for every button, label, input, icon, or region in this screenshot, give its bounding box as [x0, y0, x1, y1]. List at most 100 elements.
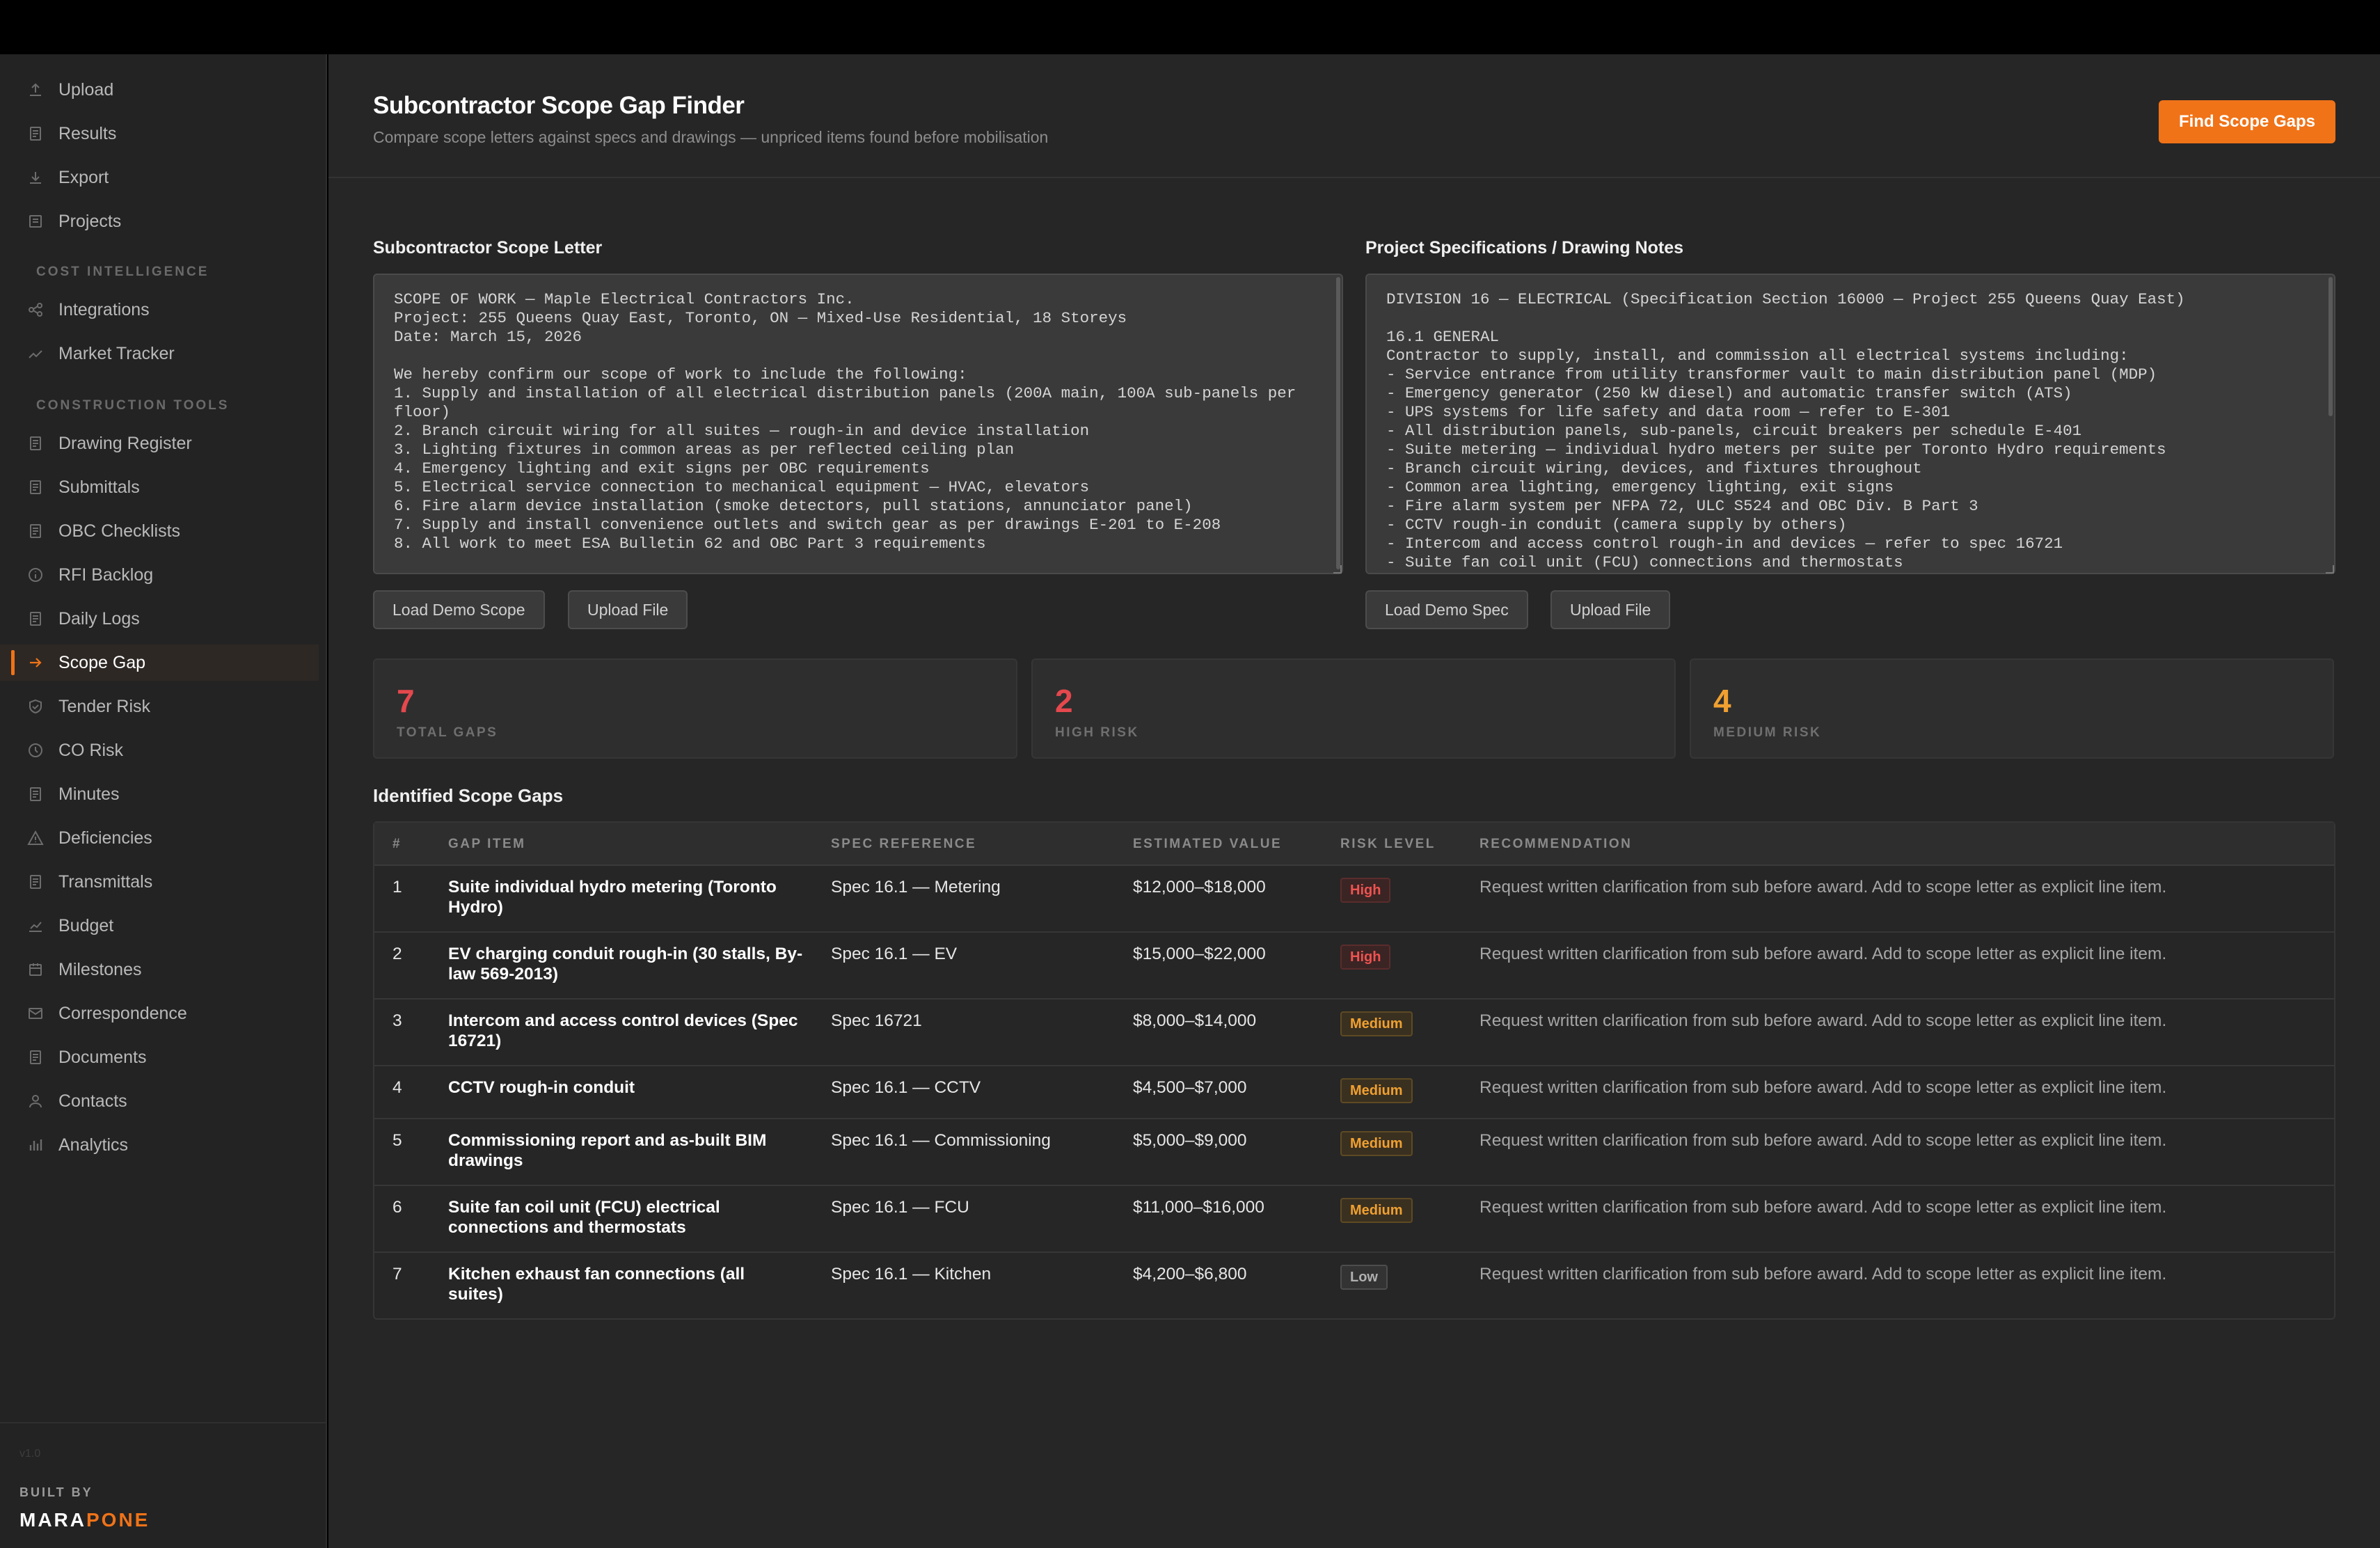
table-row[interactable]: 5 Commissioning report and as-built BIM d… — [374, 1119, 2334, 1186]
table-row[interactable]: 6 Suite fan coil unit (FCU) electrical co… — [374, 1186, 2334, 1253]
sidebar-item-budget[interactable]: Budget — [0, 908, 319, 944]
sidebar-item-analytics[interactable]: Analytics — [0, 1127, 319, 1163]
table-header: # GAP ITEM SPEC REFERENCE ESTIMATED VALU… — [374, 823, 2334, 866]
scope-letter-input[interactable]: SCOPE OF WORK — Maple Electrical Contrac… — [373, 274, 1343, 574]
sidebar-item-label: Results — [58, 123, 117, 143]
user-icon — [26, 1092, 45, 1110]
table-row[interactable]: 3 Intercom and access control devices (Sp… — [374, 1000, 2334, 1066]
page-header: Subcontractor Scope Gap Finder Compare s… — [328, 54, 2380, 178]
sidebar-item-projects[interactable]: Projects — [0, 203, 319, 239]
sidebar-item-label: Deficiencies — [58, 828, 152, 848]
sidebar-item-rfi-backlog[interactable]: RFI Backlog — [0, 557, 319, 593]
risk-badge: High — [1340, 878, 1391, 903]
sidebar-item-label: Scope Gap — [58, 652, 146, 672]
cell-number: 1 — [392, 878, 402, 897]
cell-spec-reference: Spec 16.1 — Metering — [831, 878, 1001, 897]
brand-part-2: PONE — [86, 1509, 150, 1531]
sidebar-item-deficiencies[interactable]: Deficiencies — [0, 820, 319, 856]
cell-estimated-value: $8,000–$14,000 — [1133, 1011, 1257, 1030]
sidebar-item-label: Documents — [58, 1047, 147, 1067]
sidebar-item-drawing-register[interactable]: Drawing Register — [0, 425, 319, 461]
mail-icon — [26, 1004, 45, 1022]
section-construction-tools: CONSTRUCTION TOOLS — [36, 398, 230, 413]
high-risk-label: HIGH RISK — [1055, 725, 1139, 740]
spec-notes-input[interactable]: DIVISION 16 — ELECTRICAL (Specification … — [1365, 274, 2335, 574]
spec-notes-resize-handle[interactable] — [2326, 565, 2334, 574]
cell-estimated-value: $4,500–$7,000 — [1133, 1078, 1247, 1097]
cell-number: 5 — [392, 1131, 402, 1150]
risk-badge: Medium — [1340, 1198, 1413, 1223]
info-icon — [26, 566, 45, 584]
cell-gap-item: Intercom and access control devices (Spe… — [448, 1011, 798, 1050]
sidebar-item-label: Market Tracker — [58, 343, 175, 363]
sidebar-item-label: Tender Risk — [58, 696, 150, 716]
sidebar-item-milestones[interactable]: Milestones — [0, 951, 319, 988]
spec-notes-label: Project Specifications / Drawing Notes — [1365, 238, 1684, 258]
upload-scope-file-button[interactable]: Upload File — [568, 590, 688, 629]
scope-letter-label: Subcontractor Scope Letter — [373, 238, 603, 258]
document-icon — [26, 125, 45, 143]
cell-gap-item: Suite fan coil unit (FCU) electrical con… — [448, 1198, 720, 1237]
sidebar-item-label: Milestones — [58, 959, 142, 979]
cell-number: 3 — [392, 1011, 402, 1030]
cell-recommendation: Request written clarification from sub b… — [1479, 1265, 2167, 1284]
identified-gaps-title: Identified Scope Gaps — [373, 785, 564, 806]
sidebar-item-contacts[interactable]: Contacts — [0, 1083, 319, 1119]
sidebar-item-daily-logs[interactable]: Daily Logs — [0, 601, 319, 637]
sidebar-item-integrations[interactable]: Integrations — [0, 292, 319, 328]
cell-number: 6 — [392, 1198, 402, 1217]
document-icon — [26, 1048, 45, 1066]
sidebar-item-minutes[interactable]: Minutes — [0, 776, 319, 812]
cell-gap-item: EV charging conduit rough-in (30 stalls,… — [448, 945, 803, 984]
sidebar-item-label: CO Risk — [58, 740, 124, 760]
warning-icon — [26, 829, 45, 847]
load-demo-scope-button[interactable]: Load Demo Scope — [373, 590, 545, 629]
sidebar-item-transmittals[interactable]: Transmittals — [0, 864, 319, 900]
sidebar-item-scope-gap[interactable]: Scope Gap — [0, 645, 319, 681]
sidebar-item-co-risk[interactable]: CO Risk — [0, 732, 319, 768]
table-row[interactable]: 1 Suite individual hydro metering (Toront… — [374, 866, 2334, 933]
table-row[interactable]: 4 CCTV rough-in conduit Spec 16.1 — CCTV $4… — [374, 1066, 2334, 1119]
cell-recommendation: Request written clarification from sub b… — [1479, 1198, 2167, 1217]
table-row[interactable]: 7 Kitchen exhaust fan connections (all su… — [374, 1253, 2334, 1318]
sidebar-item-label: Budget — [58, 915, 114, 935]
cell-recommendation: Request written clarification from sub b… — [1479, 945, 2167, 963]
stat-card-medium-risk: 4 MEDIUM RISK — [1690, 658, 2334, 759]
sidebar-item-tender-risk[interactable]: Tender Risk — [0, 688, 319, 725]
cell-number: 2 — [392, 945, 402, 963]
sidebar-item-label: Correspondence — [58, 1003, 187, 1023]
sidebar-item-submittals[interactable]: Submittals — [0, 469, 319, 505]
risk-badge: Medium — [1340, 1131, 1413, 1156]
sidebar: Upload Results Export Projects COST INTELLI… — [0, 54, 327, 1548]
upload-spec-file-button[interactable]: Upload File — [1550, 590, 1671, 629]
sidebar-item-market-tracker[interactable]: Market Tracker — [0, 335, 319, 372]
page-subtitle: Compare scope letters against specs and … — [373, 128, 1049, 146]
load-demo-spec-button[interactable]: Load Demo Spec — [1365, 590, 1528, 629]
sidebar-item-results[interactable]: Results — [0, 116, 319, 152]
col-header-spec-reference: SPEC REFERENCE — [831, 837, 977, 851]
sidebar-item-documents[interactable]: Documents — [0, 1039, 319, 1075]
scope-letter-scrollbar[interactable] — [1336, 277, 1340, 569]
sidebar-item-export[interactable]: Export — [0, 159, 319, 196]
spec-notes-scrollbar[interactable] — [2329, 277, 2333, 416]
folder-icon — [26, 212, 45, 230]
total-gaps-label: TOTAL GAPS — [397, 725, 498, 740]
cell-recommendation: Request written clarification from sub b… — [1479, 878, 2167, 897]
find-scope-gaps-button[interactable]: Find Scope Gaps — [2159, 100, 2335, 143]
scope-gaps-table: # GAP ITEM SPEC REFERENCE ESTIMATED VALU… — [373, 821, 2335, 1320]
sidebar-item-label: Contacts — [58, 1091, 127, 1111]
sidebar-item-label: OBC Checklists — [58, 521, 181, 541]
sidebar-item-upload[interactable]: Upload — [0, 72, 319, 108]
sidebar-item-correspondence[interactable]: Correspondence — [0, 995, 319, 1032]
scope-letter-resize-handle[interactable] — [1333, 565, 1342, 574]
risk-badge: Medium — [1340, 1078, 1413, 1103]
brand-logo[interactable]: MARAPONE — [19, 1509, 150, 1531]
table-row[interactable]: 2 EV charging conduit rough-in (30 stalls… — [374, 933, 2334, 1000]
chart-icon — [26, 917, 45, 935]
page-title: Subcontractor Scope Gap Finder — [373, 92, 745, 119]
col-header-recommendation: RECOMMENDATION — [1479, 837, 1633, 851]
sidebar-item-obc-checklists[interactable]: OBC Checklists — [0, 513, 319, 549]
version-label: v1.0 — [19, 1448, 41, 1460]
clock-icon — [26, 741, 45, 759]
medium-risk-value: 4 — [1713, 683, 1731, 719]
